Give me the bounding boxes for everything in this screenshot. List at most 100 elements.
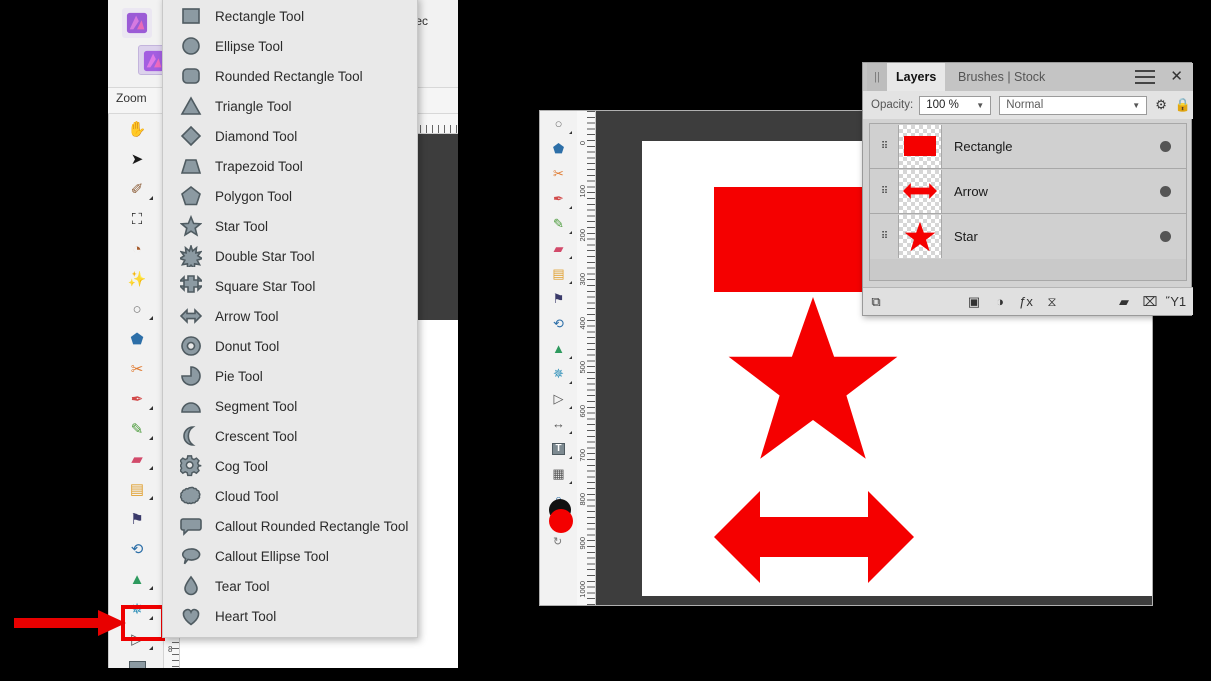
doc-tool-paint-mixer-brush-tool[interactable]: ✎ <box>540 211 577 236</box>
canvas-shape-star[interactable] <box>702 297 924 464</box>
menu-item-heart-tool[interactable]: Heart Tool <box>163 601 417 631</box>
hamburger-icon[interactable] <box>1135 70 1155 84</box>
doc-tool-artistic-text-tool[interactable]: T <box>540 436 577 461</box>
layer-visibility-toggle[interactable] <box>1144 185 1186 197</box>
vruler-label: 600 <box>578 405 587 418</box>
doc-tool-clone-brush-tool[interactable]: ⚑ <box>540 286 577 311</box>
tool-clone-brush-tool[interactable]: ⚑ <box>109 504 165 534</box>
menu-item-diamond-tool[interactable]: Diamond Tool <box>163 121 417 151</box>
close-icon[interactable]: ✕ <box>1170 67 1183 87</box>
fill-layer-icon[interactable]: ⧖ <box>1039 289 1065 315</box>
opacity-input[interactable]: 100 % ▼ <box>919 95 992 115</box>
menu-item-rectangle-tool[interactable]: Rectangle Tool <box>163 1 417 31</box>
panel-drag-handle[interactable]: || <box>867 63 887 91</box>
tab-brushes-stock[interactable]: Brushes | Stock <box>949 63 1054 91</box>
tool-flood-fill-tool[interactable]: ⬟ <box>109 324 165 354</box>
doc-tool-erase-brush-tool[interactable]: ▰ <box>540 236 577 261</box>
shape-tool-flyout-menu[interactable]: Rectangle Tool Ellipse Tool Rounded Rectan… <box>162 0 418 638</box>
menu-item-square-star-tool[interactable]: Square Star Tool <box>163 271 417 301</box>
color-swatches[interactable]: ↻ <box>547 499 573 548</box>
layer-list[interactable]: ⠿ Rectangle ⠿ Arrow ⠿ Star <box>869 123 1187 281</box>
menu-item-donut-tool[interactable]: Donut Tool <box>163 331 417 361</box>
menu-item-cog-tool[interactable]: Cog Tool <box>163 451 417 481</box>
new-group-icon[interactable]: ▰ <box>1111 289 1137 315</box>
menu-item-crescent-tool[interactable]: Crescent Tool <box>163 421 417 451</box>
menu-item-star-tool[interactable]: Star Tool <box>163 211 417 241</box>
chevron-down-icon[interactable]: ▼ <box>972 101 988 110</box>
tool-gradient-tool[interactable]: ✂ <box>109 354 165 384</box>
menu-item-label: Star Tool <box>215 218 269 234</box>
doc-tool-dodge-brush-tool[interactable]: ▤ <box>540 261 577 286</box>
tool-flood-select-tool[interactable]: ✨ <box>109 264 165 294</box>
tool-hand-tool[interactable]: ✋ <box>109 114 165 144</box>
chevron-down-icon[interactable]: ▼ <box>1128 101 1144 110</box>
layer-row[interactable]: ⠿ Rectangle <box>870 124 1186 169</box>
tool-dodge-brush-tool[interactable]: ▤ <box>109 474 165 504</box>
tool-erase-brush-tool[interactable]: ▰ <box>109 444 165 474</box>
tool-elliptical-marquee-tool[interactable]: ○ <box>109 294 165 324</box>
menu-item-ellipse-tool[interactable]: Ellipse Tool <box>163 31 417 61</box>
doc-tool-node-tool[interactable]: ▷ <box>540 386 577 411</box>
layer-selection-handle-icon[interactable]: ⠿ <box>870 141 898 152</box>
menu-item-pie-tool[interactable]: Pie Tool <box>163 361 417 391</box>
gear-icon[interactable]: ⚙ <box>1155 97 1167 113</box>
menu-item-segment-tool[interactable]: Segment Tool <box>163 391 417 421</box>
layer-row[interactable]: ⠿ Arrow <box>870 169 1186 214</box>
doc-tool-mesh-warp-tool[interactable]: ▦ <box>540 461 577 486</box>
flyout-indicator-icon <box>569 456 572 459</box>
menu-item-trapezoid-tool[interactable]: Trapezoid Tool <box>163 151 417 181</box>
layer-row[interactable]: ⠿ Star <box>870 214 1186 259</box>
menu-item-rounded-rectangle-tool[interactable]: Rounded Rectangle Tool <box>163 61 417 91</box>
tool-crop-tool[interactable]: ⛶ <box>109 204 165 234</box>
live-filter-layer-icon[interactable]: ƒx <box>1013 289 1039 315</box>
menu-item-triangle-tool[interactable]: Triangle Tool <box>163 91 417 121</box>
doc-tool-elliptical-marquee-tool[interactable]: ○ <box>540 111 577 136</box>
photo-persona-button[interactable] <box>122 8 152 38</box>
menu-item-polygon-tool[interactable]: Polygon Tool <box>163 181 417 211</box>
doc-tool-undo-brush-tool[interactable]: ⟲ <box>540 311 577 336</box>
doc-tool-gradient-tool[interactable]: ✂ <box>540 161 577 186</box>
menu-item-cloud-tool[interactable]: Cloud Tool <box>163 481 417 511</box>
text-icon: T <box>552 442 565 455</box>
layer-name[interactable]: Arrow <box>942 184 1144 199</box>
blend-mode-select[interactable]: Normal ▼ <box>999 95 1148 115</box>
doc-tool-flood-fill-tool[interactable]: ⬟ <box>540 136 577 161</box>
reset-colors-icon[interactable]: ↻ <box>553 535 562 548</box>
menu-item-callout-ellipse-tool[interactable]: Callout Ellipse Tool <box>163 541 417 571</box>
layer-name[interactable]: Rectangle <box>942 139 1144 154</box>
fill-color-swatch[interactable] <box>549 509 573 533</box>
tool-color-picker-tool[interactable]: ✐ <box>109 174 165 204</box>
tool-paint-brush-tool[interactable]: ✒ <box>109 384 165 414</box>
doc-tool-blemish-removal-tool[interactable]: ▲ <box>540 336 577 361</box>
layer-visibility-toggle[interactable] <box>1144 140 1186 152</box>
adjustment-layer-icon[interactable]: ◑ <box>987 289 1013 315</box>
tool-blemish-removal-tool[interactable]: ▲ <box>109 564 165 594</box>
tool-undo-brush-tool[interactable]: ⟲ <box>109 534 165 564</box>
duplicate-layer-icon[interactable]: ⧉ <box>863 289 889 315</box>
menu-item-arrow-tool[interactable]: Arrow Tool <box>163 301 417 331</box>
layer-selection-handle-icon[interactable]: ⠿ <box>870 186 898 197</box>
layer-name[interactable]: Star <box>942 229 1144 244</box>
menu-item-tear-tool[interactable]: Tear Tool <box>163 571 417 601</box>
tool-paint-mixer-brush-tool[interactable]: ✎ <box>109 414 165 444</box>
tool-rectangle-shape-tool[interactable] <box>109 654 165 668</box>
layer-visibility-toggle[interactable] <box>1144 231 1186 242</box>
doc-tool-paint-brush-tool[interactable]: ✒ <box>540 186 577 211</box>
tool-move-tool[interactable]: ➤ <box>109 144 165 174</box>
menu-item-double-star-tool[interactable]: Double Star Tool <box>163 241 417 271</box>
lock-icon[interactable]: 🔒 <box>1175 97 1191 113</box>
doc-tool-smudge-brush-tool[interactable]: ✵ <box>540 361 577 386</box>
gradient-tool-icon: ✂ <box>553 166 564 181</box>
tab-layers[interactable]: Layers <box>887 63 946 91</box>
tool-selection-brush-tool[interactable]: ◔ <box>109 234 165 264</box>
menu-item-label: Triangle Tool <box>215 98 292 114</box>
new-pixel-layer-icon[interactable]: ⌧ <box>1137 289 1163 315</box>
layer-selection-handle-icon[interactable]: ⠿ <box>870 231 898 242</box>
canvas-shape-arrow[interactable] <box>714 491 914 583</box>
menu-item-callout-rounded-rectangle-tool[interactable]: Callout Rounded Rectangle Tool <box>163 511 417 541</box>
doc-tool-arrow-shape-tool[interactable]: ↔ <box>540 411 577 436</box>
vertical-ruler[interactable]: 010020030040050060070080090010001100 <box>577 111 596 605</box>
mask-layer-icon[interactable]: ▣ <box>961 289 987 315</box>
paint-mixer-brush-tool-icon: ✎ <box>130 420 144 438</box>
delete-layer-icon[interactable]: Ὕ1 <box>1163 289 1189 315</box>
